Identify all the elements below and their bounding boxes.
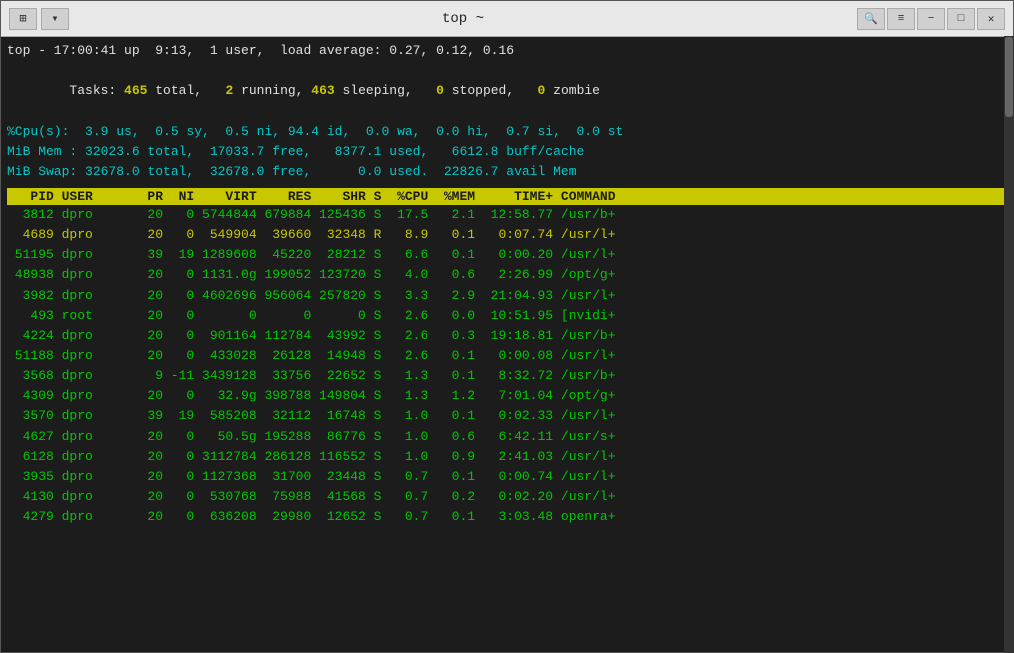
- table-row: 4224 dpro 20 0 901164 112784 43992 S 2.6…: [7, 326, 1007, 346]
- menu-icon: ≡: [898, 13, 905, 25]
- tasks-sleeping-label: sleeping,: [335, 83, 413, 98]
- tasks-total-count: 465: [124, 83, 147, 98]
- scrollbar-thumb[interactable]: [1005, 37, 1013, 117]
- titlebar-left-buttons: ⊞ ▾: [9, 8, 69, 30]
- table-row: 3570 dpro 39 19 585208 32112 16748 S 1.0…: [7, 406, 1007, 426]
- status-line-5: MiB Swap: 32678.0 total, 32678.0 free, 0…: [7, 162, 1007, 182]
- table-row: 4279 dpro 20 0 636208 29980 12652 S 0.7 …: [7, 507, 1007, 527]
- table-row: 3812 dpro 20 0 5744844 679884 125436 S 1…: [7, 205, 1007, 225]
- table-row: 493 root 20 0 0 0 0 S 2.6 0.0 10:51.95 […: [7, 306, 1007, 326]
- tasks-zombie-count: 0: [514, 83, 545, 98]
- tasks-sleeping-count: 463: [303, 83, 334, 98]
- menu-button[interactable]: ≡: [887, 8, 915, 30]
- minimize-button[interactable]: −: [917, 8, 945, 30]
- tasks-running-label: running,: [233, 83, 303, 98]
- table-row: 4689 dpro 20 0 549904 39660 32348 R 8.9 …: [7, 225, 1007, 245]
- status-line-3: %Cpu(s): 3.9 us, 0.5 sy, 0.5 ni, 94.4 id…: [7, 122, 1007, 142]
- minimize-icon: −: [928, 13, 935, 25]
- table-row: 48938 dpro 20 0 1131.0g 199052 123720 S …: [7, 265, 1007, 285]
- tasks-total-label: total,: [147, 83, 202, 98]
- tasks-label: Tasks:: [69, 83, 124, 98]
- table-body: 3812 dpro 20 0 5744844 679884 125436 S 1…: [7, 205, 1007, 648]
- scrollbar[interactable]: [1004, 36, 1014, 653]
- table-row: 3982 dpro 20 0 4602696 956064 257820 S 3…: [7, 286, 1007, 306]
- tasks-stopped-label: stopped,: [444, 83, 514, 98]
- table-row: 3568 dpro 9 -11 3439128 33756 22652 S 1.…: [7, 366, 1007, 386]
- status-line-2: Tasks: 465 total, 2 running, 463 sleepin…: [7, 61, 1007, 121]
- maximize-button[interactable]: □: [947, 8, 975, 30]
- table-row: 4130 dpro 20 0 530768 75988 41568 S 0.7 …: [7, 487, 1007, 507]
- tasks-running-count: 2: [202, 83, 233, 98]
- maximize-icon: □: [958, 13, 965, 25]
- search-icon: 🔍: [864, 12, 878, 26]
- titlebar: ⊞ ▾ top ~ 🔍 ≡ − □: [1, 1, 1013, 37]
- chevron-down-icon: ▾: [51, 11, 58, 26]
- dropdown-button[interactable]: ▾: [41, 8, 69, 30]
- status-line-1: top - 17:00:41 up 9:13, 1 user, load ave…: [7, 41, 1007, 61]
- table-row: 4627 dpro 20 0 50.5g 195288 86776 S 1.0 …: [7, 427, 1007, 447]
- table-row: 51195 dpro 39 19 1289608 45220 28212 S 6…: [7, 245, 1007, 265]
- close-icon: ✕: [988, 12, 995, 26]
- tasks-zombie-label: zombie: [545, 83, 600, 98]
- table-row: 51188 dpro 20 0 433028 26128 14948 S 2.6…: [7, 346, 1007, 366]
- window-title: top ~: [75, 11, 851, 27]
- app-icon-button[interactable]: ⊞: [9, 8, 37, 30]
- table-header: PID USER PR NI VIRT RES SHR S %CPU %MEM …: [7, 188, 1007, 205]
- close-button[interactable]: ✕: [977, 8, 1005, 30]
- terminal-area: top - 17:00:41 up 9:13, 1 user, load ave…: [1, 37, 1013, 652]
- tasks-stopped-count: 0: [413, 83, 444, 98]
- app-icon: ⊞: [19, 11, 26, 26]
- table-header-text: PID USER PR NI VIRT RES SHR S %CPU %MEM …: [7, 189, 616, 204]
- table-row: 4309 dpro 20 0 32.9g 398788 149804 S 1.3…: [7, 386, 1007, 406]
- search-button[interactable]: 🔍: [857, 8, 885, 30]
- table-row: 6128 dpro 20 0 3112784 286128 116552 S 1…: [7, 447, 1007, 467]
- status-line-4: MiB Mem : 32023.6 total, 17033.7 free, 8…: [7, 142, 1007, 162]
- titlebar-right-buttons: 🔍 ≡ − □ ✕: [857, 8, 1005, 30]
- table-row: 3935 dpro 20 0 1127368 31700 23448 S 0.7…: [7, 467, 1007, 487]
